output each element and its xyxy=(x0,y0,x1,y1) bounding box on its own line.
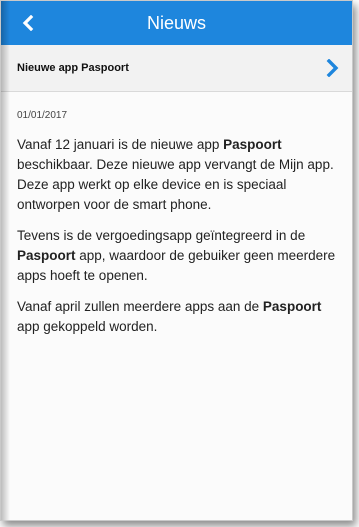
paragraph-2-text-a: Tevens is de vergoedingsapp geïntegreerd… xyxy=(17,228,306,243)
paragraph-3-text-a: Vanaf april zullen meerdere apps aan de xyxy=(17,299,263,314)
article-body: 01/01/2017 Vanaf 12 januari is de nieuwe… xyxy=(1,92,352,337)
page-title: Nieuws xyxy=(146,12,207,33)
paragraph-1-text-a: Vanaf 12 januari is de nieuwe app xyxy=(17,137,224,152)
paragraph-2: Tevens is de vergoedingsapp geïntegreerd… xyxy=(17,226,340,286)
article-title: Nieuwe app Paspoort xyxy=(17,62,129,74)
chevron-right-icon xyxy=(326,59,339,77)
back-button[interactable] xyxy=(13,8,43,38)
paragraph-3: Vanaf april zullen meerdere apps aan de … xyxy=(17,297,340,337)
article-date: 01/01/2017 xyxy=(17,110,68,121)
paragraph-3-text-b: app gekoppeld worden. xyxy=(17,319,158,334)
navigation-bar: Nieuws xyxy=(1,1,352,45)
phone-screen: Nieuws Nieuwe app Paspoort 01/01/2017 Va… xyxy=(0,0,353,521)
chevron-left-icon xyxy=(22,15,34,31)
article-header-row[interactable]: Nieuwe app Paspoort xyxy=(1,45,352,92)
paragraph-1-bold: Paspoort xyxy=(223,137,282,152)
paragraph-2-bold: Paspoort xyxy=(17,248,76,263)
paragraph-1: Vanaf 12 januari is de nieuwe app Paspoo… xyxy=(17,135,340,215)
paragraph-1-text-b: beschikbaar. Deze nieuwe app vervangt de… xyxy=(17,157,334,212)
paragraph-3-bold: Paspoort xyxy=(262,299,322,314)
